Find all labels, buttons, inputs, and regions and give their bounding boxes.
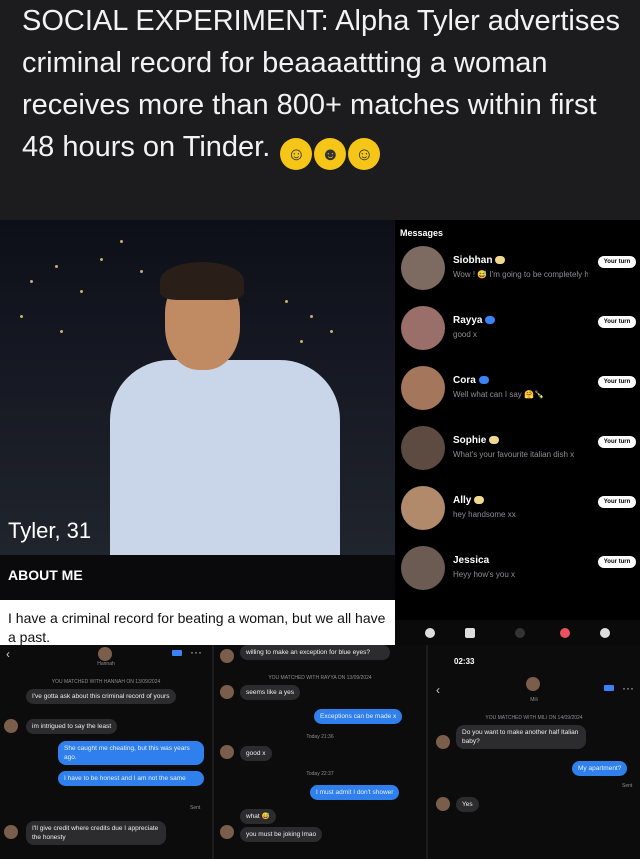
your-turn-badge: Your turn xyxy=(598,556,636,568)
message-preview: good x xyxy=(453,330,478,339)
avatar xyxy=(401,306,445,350)
timestamp: Today 22:37 xyxy=(306,771,334,777)
your-turn-badge: Your turn xyxy=(598,496,636,508)
message-bubble: Yes xyxy=(456,797,479,812)
headline: SOCIAL EXPERIMENT: Alpha Tyler advertise… xyxy=(22,0,632,170)
message-name: Cora xyxy=(453,375,489,386)
avatar xyxy=(436,735,450,749)
message-bubble: Exceptions can be made x xyxy=(314,709,403,724)
your-turn-badge: Your turn xyxy=(598,316,636,328)
avatar xyxy=(4,719,18,733)
tears-of-joy-face-icon: ☺ xyxy=(348,138,381,170)
profile-name: Tyler, 31 xyxy=(8,518,92,543)
message-row[interactable]: Siobhan Wow ! 😅 I'm going to be complete… xyxy=(395,246,640,306)
contact-name: Mili xyxy=(530,697,538,703)
more-icon[interactable]: ··· xyxy=(622,681,634,695)
message-preview: hey handsome xx xyxy=(453,510,516,519)
message-bubble: seems like a yes xyxy=(240,685,301,700)
chat-screenshot-hannah: ‹ Hannah ··· YOU MATCHED WITH HANNAH ON … xyxy=(0,645,212,859)
message-name: Ally xyxy=(453,495,485,506)
message-preview: Heyy how's you x xyxy=(453,570,515,579)
contact-name: Hannah xyxy=(97,661,115,667)
message-bubble: I must admit I don't shower xyxy=(310,785,400,800)
your-turn-badge: Your turn xyxy=(598,376,636,388)
avatar xyxy=(401,486,445,530)
message-preview: What's your favourite italian dish x xyxy=(453,450,575,459)
message-bubble: Do you want to make another half Italian… xyxy=(456,725,586,749)
match-notice: YOU MATCHED WITH HANNAH ON 13/09/2024 xyxy=(51,679,161,685)
avatar xyxy=(220,649,234,663)
contact-avatar xyxy=(526,677,540,691)
message-preview: Well what can I say 🤗🍾 xyxy=(453,390,544,399)
back-chevron-icon[interactable]: ‹ xyxy=(436,683,440,697)
explore-icon[interactable] xyxy=(465,628,475,638)
message-name: Jessica xyxy=(453,555,490,566)
more-icon[interactable]: ··· xyxy=(190,645,202,659)
video-call-icon[interactable] xyxy=(172,650,182,656)
verified-icon xyxy=(485,316,496,324)
status-time: 02:33 xyxy=(454,657,475,666)
message-bubble: you must be joking lmao xyxy=(240,827,323,842)
avatar xyxy=(220,745,234,759)
profile-bio: I have a criminal record for beating a w… xyxy=(8,610,386,645)
sent-label: Sent xyxy=(190,805,201,811)
badge-icon xyxy=(474,496,485,504)
message-row[interactable]: Sophie What's your favourite italian dis… xyxy=(395,426,640,486)
message-bubble: I have to be honest and I am not the sam… xyxy=(58,771,204,786)
message-name: Sophie xyxy=(453,435,500,446)
message-bubble: willing to make an exception for blue ey… xyxy=(240,645,390,660)
avatar xyxy=(220,825,234,839)
hair xyxy=(160,262,244,300)
your-turn-badge: Your turn xyxy=(598,436,636,448)
flame-icon[interactable] xyxy=(425,628,435,638)
message-name: Rayya xyxy=(453,315,496,326)
message-bubble: im intrigued to say the least xyxy=(26,719,118,734)
likes-icon[interactable] xyxy=(515,628,525,638)
contact-avatar xyxy=(98,647,112,661)
grimacing-face-icon: ☻ xyxy=(314,138,347,170)
message-row[interactable]: Ally hey handsome xx Your turn xyxy=(395,486,640,546)
avatar xyxy=(4,825,18,839)
message-row[interactable]: Cora Well what can I say 🤗🍾 Your turn xyxy=(395,366,640,426)
avatar xyxy=(401,366,445,410)
message-row[interactable]: Rayya good x Your turn xyxy=(395,306,640,366)
chat-screenshot-mili: 02:33 ‹ Mili ··· YOU MATCHED WITH MILI O… xyxy=(428,645,640,859)
laughing-face-icon: ☺ xyxy=(280,138,313,170)
message-name: Siobhan xyxy=(453,255,506,266)
message-bubble: good x xyxy=(240,746,272,761)
timestamp: Today 21:36 xyxy=(306,734,334,740)
message-row[interactable]: Jessica Heyy how's you x Your turn xyxy=(395,546,640,606)
profile-icon[interactable] xyxy=(600,628,610,638)
avatar xyxy=(401,546,445,590)
message-bubble: She caught me cheating, but this was yea… xyxy=(58,741,204,765)
profile-photo xyxy=(0,220,395,555)
avatar xyxy=(401,426,445,470)
bottom-nav xyxy=(395,620,640,645)
message-preview: Wow ! 😅 I'm going to be completely ho... xyxy=(453,270,588,279)
messages-panel: Messages Siobhan Wow ! 😅 I'm going to be… xyxy=(395,220,640,645)
about-me-label: ABOUT ME xyxy=(8,567,83,583)
chat-icon[interactable] xyxy=(560,628,570,638)
avatar xyxy=(220,685,234,699)
sent-label: Sent xyxy=(622,783,633,789)
verified-icon xyxy=(478,376,489,384)
avatar xyxy=(436,797,450,811)
message-bubble: what 😅 xyxy=(240,809,276,824)
message-bubble: I've gotta ask about this criminal recor… xyxy=(26,689,176,704)
match-notice: YOU MATCHED WITH RAYYA ON 13/09/2024 xyxy=(268,675,372,681)
chat-screenshot-rayya: willing to make an exception for blue ey… xyxy=(214,645,426,859)
match-notice: YOU MATCHED WITH MILI ON 14/09/2024 xyxy=(485,715,583,721)
message-bubble: I'll give credit where credits due I app… xyxy=(26,821,166,845)
back-chevron-icon[interactable]: ‹ xyxy=(6,647,10,661)
your-turn-badge: Your turn xyxy=(598,256,636,268)
message-bubble: My apartment? xyxy=(572,761,628,776)
messages-title: Messages xyxy=(400,228,444,238)
badge-icon xyxy=(489,436,500,444)
shirt xyxy=(110,360,340,555)
badge-icon xyxy=(495,256,506,264)
avatar xyxy=(401,246,445,290)
profile-card[interactable]: Tyler, 31 ABOUT ME I have a criminal rec… xyxy=(0,220,395,645)
video-call-icon[interactable] xyxy=(604,685,614,691)
